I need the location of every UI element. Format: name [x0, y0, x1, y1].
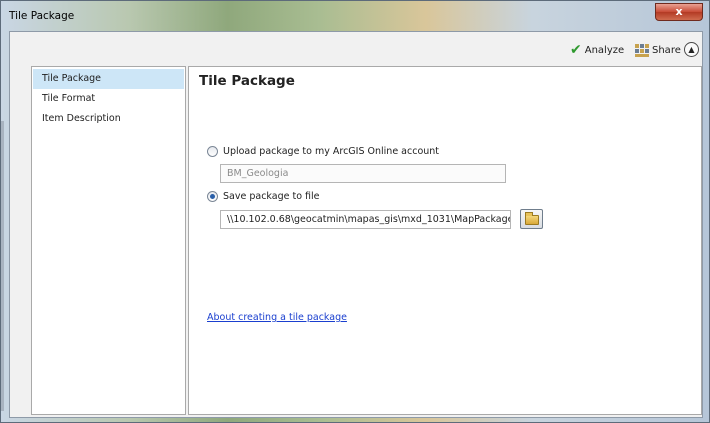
save-radio[interactable]: [207, 190, 218, 202]
page-title: Tile Package: [199, 73, 295, 89]
share-label: Share: [652, 44, 681, 56]
window-edge: [1, 121, 4, 411]
sidebar-item-tile-format[interactable]: Tile Format: [33, 89, 184, 109]
close-button[interactable]: x: [655, 3, 703, 21]
upload-option[interactable]: Upload package to my ArcGIS Online accou…: [207, 144, 439, 158]
main-panel: Tile Package Upload package to my ArcGIS…: [188, 66, 702, 415]
save-option[interactable]: Save package to file: [207, 189, 320, 203]
help-link[interactable]: About creating a tile package: [207, 312, 347, 323]
sidebar-item-tile-package[interactable]: Tile Package: [33, 69, 184, 89]
collapse-button[interactable]: ▲: [684, 42, 699, 57]
upload-radio[interactable]: [207, 145, 218, 157]
dialog-client-area: ✔ Analyze Share ▲ Tile Package Tile Form…: [9, 31, 703, 418]
browse-button[interactable]: [520, 209, 543, 229]
dialog-window: Tile Package x ✔ Analyze Share ▲ Tile Pa…: [0, 0, 710, 423]
chevron-up-icon: ▲: [688, 45, 695, 54]
title-bar[interactable]: Tile Package x: [1, 1, 710, 31]
window-title: Tile Package: [9, 10, 75, 22]
sidebar-item-label: Tile Package: [42, 73, 102, 84]
analyze-label: Analyze: [584, 44, 625, 56]
close-icon: x: [675, 5, 683, 18]
share-button[interactable]: Share: [635, 43, 681, 57]
share-grid-icon: [635, 43, 649, 57]
toolbar: ✔ Analyze Share ▲: [10, 32, 702, 65]
save-option-label: Save package to file: [223, 190, 320, 202]
checkmark-icon: ✔: [570, 42, 582, 58]
sidebar-item-item-description[interactable]: Item Description: [33, 109, 184, 129]
sidebar-nav: Tile Package Tile Format Item Descriptio…: [31, 66, 186, 415]
upload-option-label: Upload package to my ArcGIS Online accou…: [223, 145, 440, 157]
analyze-button[interactable]: ✔ Analyze: [570, 43, 624, 57]
account-item-field[interactable]: BM_Geologia: [220, 164, 506, 183]
sidebar-item-label: Tile Format: [42, 93, 96, 104]
sidebar-item-label: Item Description: [42, 113, 121, 124]
file-path-field[interactable]: \\10.102.0.68\geocatmin\mapas_gis\mxd_10…: [220, 210, 511, 229]
folder-open-icon: [525, 212, 539, 225]
